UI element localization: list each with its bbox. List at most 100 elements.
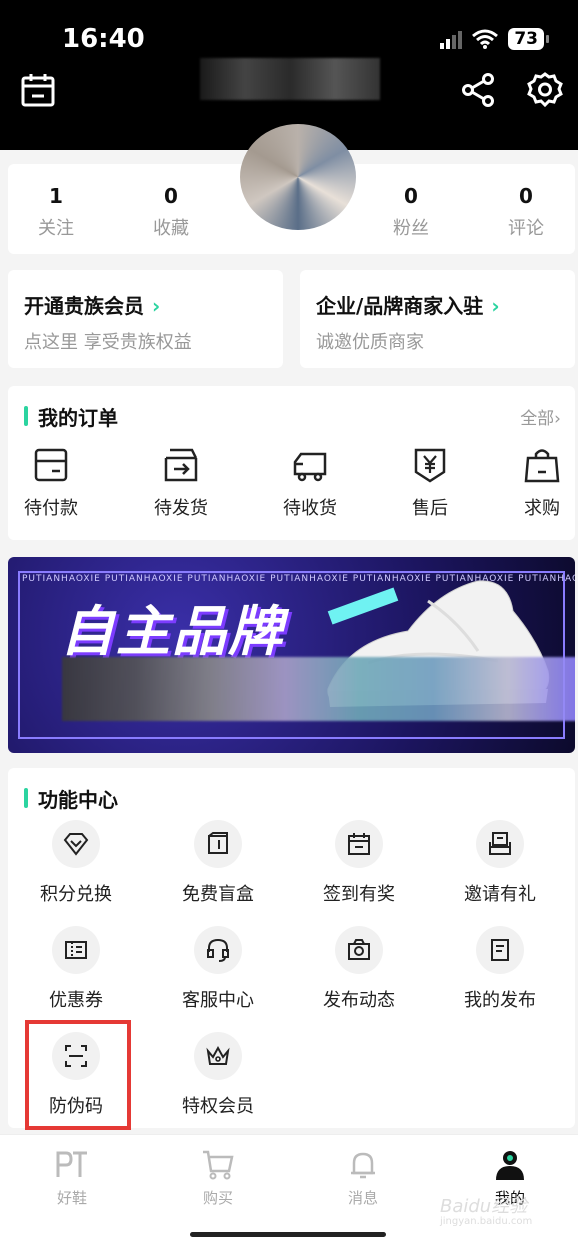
order-label: 求购	[524, 498, 560, 519]
buy-cart-icon	[203, 1150, 234, 1180]
wallet-icon	[34, 448, 68, 482]
stat-label: 评论	[508, 218, 544, 239]
function-icon-circle	[476, 820, 524, 868]
vip-promo-subtitle: 点这里 享受贵族权益	[24, 332, 192, 353]
order-label: 待付款	[24, 498, 78, 519]
order-wanted[interactable]: 求购	[497, 446, 578, 520]
function-icon-circle	[476, 926, 524, 974]
merchant-promo-title: 企业/品牌商家入驻 ›	[316, 290, 500, 319]
function-label: 签到有奖	[323, 884, 395, 905]
battery-indicator: 73	[508, 28, 549, 50]
stat-number: 0	[519, 184, 533, 208]
function-my-posts[interactable]: 我的发布	[440, 926, 560, 1012]
orders-card: 我的订单 全部› 待付款 待发货 待收货 售后 求购	[8, 386, 575, 540]
signal-icon	[440, 29, 463, 49]
avatar[interactable]	[240, 124, 356, 230]
function-icon-circle	[52, 820, 100, 868]
order-after-sales[interactable]: 售后	[385, 446, 475, 520]
watermark-url: jingyan.baidu.com	[440, 1216, 533, 1227]
stat-label: 粉丝	[393, 218, 429, 239]
chevron-right-icon: ›	[152, 294, 161, 318]
headset-icon	[207, 938, 229, 962]
crown-icon	[206, 1045, 230, 1065]
function-icon-circle	[194, 1032, 242, 1080]
promo-banner[interactable]: PUTIANHAOXIE PUTIANHAOXIE PUTIANHAOXIE P…	[8, 557, 575, 753]
wifi-icon	[472, 29, 499, 49]
order-label: 待发货	[154, 498, 208, 519]
box-icon	[208, 832, 228, 854]
bag-icon	[524, 449, 560, 483]
invite-icon	[489, 832, 511, 855]
tab-messages[interactable]: 消息	[323, 1149, 403, 1208]
vip-promo-card[interactable]: 开通贵族会员 › 点这里 享受贵族权益	[8, 270, 283, 368]
order-pending-shipment[interactable]: 待发货	[136, 446, 226, 520]
function-icon-circle	[194, 820, 242, 868]
function-icon-circle	[335, 926, 383, 974]
function-icon-circle	[52, 926, 100, 974]
share-icon[interactable]	[460, 72, 496, 108]
function-label: 特权会员	[182, 1096, 254, 1117]
vip-promo-title-text: 开通贵族会员	[24, 294, 144, 318]
function-label: 发布动态	[323, 990, 395, 1011]
stat-number: 0	[164, 184, 178, 208]
order-label: 待收货	[283, 498, 337, 519]
order-pending-payment[interactable]: 待付款	[6, 446, 96, 520]
function-free-blind-box[interactable]: 免费盲盒	[158, 820, 278, 906]
highlight-box	[25, 1020, 131, 1130]
order-label: 售后	[412, 498, 448, 519]
function-label: 优惠券	[49, 990, 103, 1011]
orders-title: 我的订单	[24, 402, 118, 431]
function-invite[interactable]: 邀请有礼	[440, 820, 560, 906]
function-icon-circle	[194, 926, 242, 974]
document-icon	[491, 939, 509, 961]
pt-logo-icon	[56, 1151, 87, 1177]
function-label: 免费盲盒	[182, 884, 254, 905]
stat-number: 1	[49, 184, 63, 208]
status-icons: 73	[440, 28, 549, 50]
watermark-logo: Baidu经验	[440, 1196, 528, 1217]
tab-label: 购买	[202, 1189, 233, 1207]
home-indicator	[190, 1232, 386, 1237]
banner-subtitle-blurred	[62, 657, 575, 721]
tab-shoes[interactable]: 好鞋	[32, 1149, 112, 1208]
tab-buy[interactable]: 购买	[178, 1149, 258, 1208]
yen-shield-icon	[414, 448, 446, 483]
truck-icon	[293, 452, 327, 482]
user-icon	[496, 1151, 524, 1180]
function-post-moment[interactable]: 发布动态	[299, 926, 419, 1012]
diamond-icon	[63, 833, 89, 856]
chevron-right-icon: ›	[491, 294, 500, 318]
box-out-icon	[164, 448, 198, 482]
stat-followers[interactable]: 0 粉丝	[371, 184, 451, 240]
order-pending-receipt[interactable]: 待收货	[265, 446, 355, 520]
calendar-icon[interactable]	[20, 72, 56, 108]
status-time: 16:40	[62, 24, 145, 54]
orders-view-all-link[interactable]: 全部›	[520, 404, 561, 429]
vip-promo-title: 开通贵族会员 ›	[24, 290, 160, 319]
gear-icon[interactable]	[527, 72, 563, 108]
stat-label: 收藏	[153, 218, 189, 239]
function-customer-service[interactable]: 客服中心	[158, 926, 278, 1012]
stat-comments[interactable]: 0 评论	[486, 184, 566, 240]
function-icon-circle	[335, 820, 383, 868]
stat-favorites[interactable]: 0 收藏	[131, 184, 211, 240]
coupon-icon	[65, 941, 87, 959]
merchant-promo-subtitle: 诚邀优质商家	[316, 332, 424, 353]
function-label: 邀请有礼	[464, 884, 536, 905]
camera-icon	[348, 939, 370, 960]
merchant-promo-card[interactable]: 企业/品牌商家入驻 › 诚邀优质商家	[300, 270, 575, 368]
stat-following[interactable]: 1 关注	[16, 184, 96, 240]
function-coupons[interactable]: 优惠券	[16, 926, 136, 1012]
tab-label: 消息	[347, 1189, 378, 1207]
tab-label: 好鞋	[56, 1189, 87, 1207]
function-checkin[interactable]: 签到有奖	[299, 820, 419, 906]
bell-icon	[351, 1152, 375, 1179]
function-label: 客服中心	[182, 990, 254, 1011]
username-blurred	[200, 58, 380, 100]
function-center-title: 功能中心	[24, 784, 118, 813]
function-label: 我的发布	[464, 990, 536, 1011]
function-points-exchange[interactable]: 积分兑换	[16, 820, 136, 906]
function-privilege-member[interactable]: 特权会员	[158, 1032, 278, 1118]
merchant-promo-title-text: 企业/品牌商家入驻	[316, 294, 484, 318]
bottom-tab-bar: 好鞋 购买 消息 我的	[0, 1134, 578, 1245]
